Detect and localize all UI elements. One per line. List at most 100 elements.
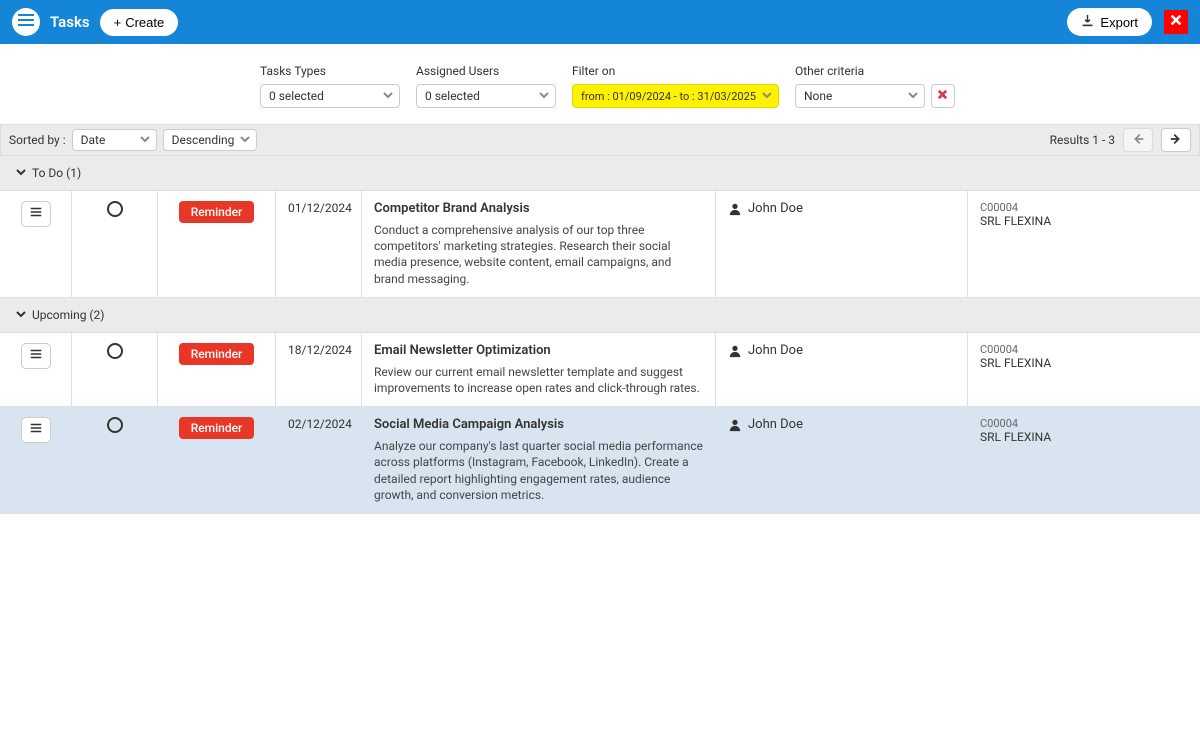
task-date: 01/12/2024 bbox=[276, 191, 362, 297]
filter-bar: Tasks Types 0 selected Assigned Users 0 … bbox=[0, 44, 1200, 124]
cell-status bbox=[72, 333, 158, 406]
filter-users: Assigned Users 0 selected bbox=[416, 64, 556, 108]
chevron-down-icon bbox=[383, 89, 393, 103]
status-radio[interactable] bbox=[107, 201, 123, 217]
cell-content: Social Media Campaign Analysis Analyze o… bbox=[362, 407, 716, 513]
filter-other: Other criteria None bbox=[795, 64, 955, 108]
company-name: SRL FLEXINA bbox=[980, 430, 1188, 444]
cell-tag: Reminder bbox=[158, 191, 276, 297]
hamburger-icon bbox=[18, 12, 34, 32]
create-label: Create bbox=[125, 15, 164, 30]
sort-label: Sorted by : bbox=[9, 133, 66, 147]
group-header[interactable]: Upcoming (2) bbox=[0, 298, 1200, 333]
app-header: Tasks + Create Export bbox=[0, 0, 1200, 44]
menu-icon bbox=[29, 421, 43, 439]
close-icon bbox=[1169, 13, 1183, 31]
cell-company: C00004 SRL FLEXINA bbox=[968, 191, 1200, 297]
filter-types-label: Tasks Types bbox=[260, 64, 400, 78]
user-icon bbox=[728, 417, 742, 436]
filter-types-value: 0 selected bbox=[269, 89, 324, 103]
chevron-down-icon bbox=[140, 133, 150, 147]
task-assignee: John Doe bbox=[748, 201, 803, 216]
cell-company: C00004 SRL FLEXINA bbox=[968, 407, 1200, 513]
chevron-down-icon bbox=[16, 308, 26, 322]
cell-tag: Reminder bbox=[158, 407, 276, 513]
pager-prev-button[interactable] bbox=[1123, 128, 1153, 152]
sort-bar: Sorted by : Date Descending Results 1 - … bbox=[0, 124, 1200, 156]
row-menu-button[interactable] bbox=[21, 201, 51, 227]
filter-users-select[interactable]: 0 selected bbox=[416, 84, 556, 108]
plus-icon: + bbox=[114, 15, 122, 30]
status-radio[interactable] bbox=[107, 417, 123, 433]
filter-types-select[interactable]: 0 selected bbox=[260, 84, 400, 108]
task-row[interactable]: Reminder 02/12/2024 Social Media Campaig… bbox=[0, 407, 1200, 514]
task-tag: Reminder bbox=[179, 417, 255, 439]
chevron-down-icon bbox=[539, 89, 549, 103]
header-left: Tasks + Create bbox=[12, 8, 178, 36]
create-button[interactable]: + Create bbox=[100, 9, 179, 36]
filter-daterange-select[interactable]: from : 01/09/2024 - to : 31/03/2025 bbox=[572, 84, 779, 108]
export-label: Export bbox=[1100, 15, 1138, 30]
row-menu-button[interactable] bbox=[21, 343, 51, 369]
cell-user: John Doe bbox=[716, 191, 968, 297]
sort-direction-value: Descending bbox=[172, 133, 235, 147]
chevron-down-icon bbox=[762, 89, 772, 103]
cell-user: John Doe bbox=[716, 333, 968, 406]
filter-daterange-value: from : 01/09/2024 - to : 31/03/2025 bbox=[581, 90, 756, 103]
header-right: Export bbox=[1067, 8, 1188, 36]
sort-controls: Sorted by : Date Descending bbox=[9, 129, 257, 151]
company-name: SRL FLEXINA bbox=[980, 214, 1188, 228]
chevron-down-icon bbox=[908, 89, 918, 103]
sort-field-select[interactable]: Date bbox=[72, 129, 157, 151]
app-title: Tasks bbox=[50, 13, 90, 31]
user-icon bbox=[728, 343, 742, 362]
hamburger-button[interactable] bbox=[12, 8, 40, 36]
status-radio[interactable] bbox=[107, 343, 123, 359]
task-title: Competitor Brand Analysis bbox=[374, 201, 703, 216]
chevron-down-icon bbox=[240, 133, 250, 147]
filter-daterange: Filter on from : 01/09/2024 - to : 31/03… bbox=[572, 64, 779, 108]
cell-tag: Reminder bbox=[158, 333, 276, 406]
group-header[interactable]: To Do (1) bbox=[0, 156, 1200, 191]
task-date: 18/12/2024 bbox=[276, 333, 362, 406]
task-row[interactable]: Reminder 01/12/2024 Competitor Brand Ana… bbox=[0, 191, 1200, 298]
task-description: Review our current email newsletter temp… bbox=[374, 364, 703, 396]
company-name: SRL FLEXINA bbox=[980, 356, 1188, 370]
download-icon bbox=[1081, 14, 1094, 30]
task-list: To Do (1) Reminder 01/12/2024 Competitor… bbox=[0, 156, 1200, 514]
pager-next-button[interactable] bbox=[1161, 128, 1191, 152]
task-tag: Reminder bbox=[179, 201, 255, 223]
results-count: Results 1 - 3 bbox=[1050, 133, 1115, 147]
export-button[interactable]: Export bbox=[1067, 8, 1152, 36]
cell-status bbox=[72, 191, 158, 297]
pager: Results 1 - 3 bbox=[1050, 128, 1191, 152]
arrow-right-icon bbox=[1169, 132, 1183, 149]
clear-filter-button[interactable] bbox=[931, 84, 955, 108]
task-description: Conduct a comprehensive analysis of our … bbox=[374, 222, 703, 287]
task-row[interactable]: Reminder 18/12/2024 Email Newsletter Opt… bbox=[0, 333, 1200, 407]
task-description: Analyze our company's last quarter socia… bbox=[374, 438, 703, 503]
filter-daterange-label: Filter on bbox=[572, 64, 779, 78]
cell-company: C00004 SRL FLEXINA bbox=[968, 333, 1200, 406]
filter-other-select[interactable]: None bbox=[795, 84, 925, 108]
group-title: To Do (1) bbox=[32, 166, 81, 180]
task-assignee: John Doe bbox=[748, 343, 803, 358]
user-icon bbox=[728, 201, 742, 220]
company-code: C00004 bbox=[980, 417, 1188, 430]
company-code: C00004 bbox=[980, 201, 1188, 214]
cell-content: Email Newsletter Optimization Review our… bbox=[362, 333, 716, 406]
sort-field-value: Date bbox=[81, 133, 106, 147]
cell-menu bbox=[0, 407, 72, 513]
cell-status bbox=[72, 407, 158, 513]
sort-direction-select[interactable]: Descending bbox=[163, 129, 258, 151]
cell-menu bbox=[0, 333, 72, 406]
arrow-left-icon bbox=[1131, 132, 1145, 149]
menu-icon bbox=[29, 205, 43, 223]
filter-other-value: None bbox=[804, 89, 832, 103]
cell-user: John Doe bbox=[716, 407, 968, 513]
filter-other-label: Other criteria bbox=[795, 64, 955, 78]
close-button[interactable] bbox=[1164, 10, 1188, 34]
filter-users-value: 0 selected bbox=[425, 89, 480, 103]
company-code: C00004 bbox=[980, 343, 1188, 356]
row-menu-button[interactable] bbox=[21, 417, 51, 443]
